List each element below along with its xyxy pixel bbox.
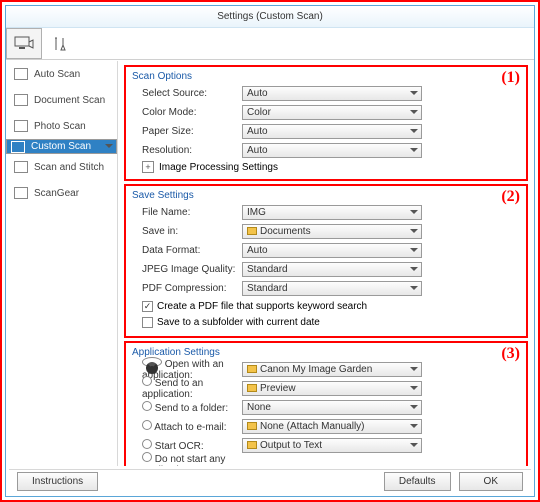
callout-1: (1) — [501, 69, 520, 87]
annotated-frame: Settings (Custom Scan) Auto Scan Documen… — [0, 0, 540, 502]
sidebar-item-label: Custom Scan — [31, 140, 91, 153]
start-ocr-label: Start OCR: — [155, 441, 204, 452]
doc-icon — [14, 161, 28, 173]
section-title: Scan Options — [132, 71, 520, 82]
doc-icon — [11, 141, 25, 153]
doc-icon — [14, 94, 28, 106]
app-icon — [247, 441, 257, 449]
pdf-keyword-checkbox[interactable]: ✓ — [142, 301, 153, 312]
data-format-dropdown[interactable]: Auto — [242, 243, 422, 258]
color-mode-dropdown[interactable]: Color — [242, 105, 422, 120]
settings-window: Settings (Custom Scan) Auto Scan Documen… — [5, 5, 535, 497]
start-ocr-dropdown[interactable]: Output to Text — [242, 438, 422, 453]
pdf-compression-dropdown[interactable]: Standard — [242, 281, 422, 296]
send-app-label: Send to an application: — [142, 378, 203, 400]
open-with-radio[interactable] — [142, 357, 162, 367]
sidebar-item-label: Scan and Stitch — [34, 162, 104, 173]
pdf-compression-label: PDF Compression: — [132, 283, 242, 294]
do-not-start-label: Do not start any application — [142, 454, 225, 466]
scan-options-section: (1) Scan Options Select Source:Auto Colo… — [124, 65, 528, 181]
tools-tab[interactable] — [42, 28, 78, 59]
application-settings-section: (3) Application Settings Open with an ap… — [124, 341, 528, 466]
send-folder-radio[interactable] — [142, 401, 152, 411]
app-icon — [247, 422, 257, 430]
save-in-label: Save in: — [132, 226, 242, 237]
do-not-start-radio[interactable] — [142, 452, 152, 462]
monitor-icon — [14, 36, 34, 52]
paper-size-label: Paper Size: — [132, 126, 242, 137]
doc-icon — [14, 120, 28, 132]
save-in-dropdown[interactable]: Documents — [242, 224, 422, 239]
app-icon — [247, 384, 257, 392]
sidebar-item-auto-scan[interactable]: Auto Scan — [6, 61, 117, 87]
paper-size-dropdown[interactable]: Auto — [242, 124, 422, 139]
file-name-label: File Name: — [132, 207, 242, 218]
ok-button[interactable]: OK — [459, 472, 523, 491]
save-settings-section: (2) Save Settings File Name:IMG Save in:… — [124, 184, 528, 338]
folder-icon — [247, 227, 257, 235]
resolution-label: Resolution: — [132, 145, 242, 156]
pdf-keyword-label: Create a PDF file that supports keyword … — [157, 301, 367, 312]
file-name-combo[interactable]: IMG — [242, 205, 422, 220]
attach-email-dropdown[interactable]: None (Attach Manually) — [242, 419, 422, 434]
sidebar-item-label: Document Scan — [34, 95, 105, 106]
send-app-dropdown[interactable]: Preview — [242, 381, 422, 396]
send-folder-dropdown[interactable]: None — [242, 400, 422, 415]
image-processing-expander[interactable]: + Image Processing Settings — [132, 161, 520, 173]
select-source-label: Select Source: — [132, 88, 242, 99]
subfolder-label: Save to a subfolder with current date — [157, 317, 320, 328]
image-processing-label: Image Processing Settings — [159, 162, 278, 173]
open-with-dropdown[interactable]: Canon My Image Garden — [242, 362, 422, 377]
sidebar-item-label: ScanGear — [34, 188, 79, 199]
plus-icon: + — [142, 161, 154, 173]
jpeg-quality-dropdown[interactable]: Standard — [242, 262, 422, 277]
doc-icon — [14, 68, 28, 80]
footer: Instructions Defaults OK — [9, 469, 531, 493]
sidebar-item-photo-scan[interactable]: Photo Scan — [6, 113, 117, 139]
jpeg-quality-label: JPEG Image Quality: — [132, 264, 242, 275]
select-source-dropdown[interactable]: Auto — [242, 86, 422, 101]
attach-email-label: Attach to e-mail: — [154, 422, 226, 433]
attach-email-radio[interactable] — [142, 420, 152, 430]
sidebar-item-document-scan[interactable]: Document Scan — [6, 87, 117, 113]
color-mode-label: Color Mode: — [132, 107, 242, 118]
sidebar: Auto Scan Document Scan Photo Scan Custo… — [6, 61, 118, 466]
defaults-button[interactable]: Defaults — [384, 472, 451, 491]
doc-icon — [14, 187, 28, 199]
app-icon — [247, 365, 257, 373]
resolution-dropdown[interactable]: Auto — [242, 143, 422, 158]
callout-2: (2) — [501, 188, 520, 206]
main-panel: (1) Scan Options Select Source:Auto Colo… — [118, 61, 534, 466]
section-title: Save Settings — [132, 190, 520, 201]
scan-from-computer-tab[interactable] — [6, 28, 42, 59]
send-folder-label: Send to a folder: — [155, 403, 228, 414]
start-ocr-radio[interactable] — [142, 439, 152, 449]
sidebar-item-label: Auto Scan — [34, 69, 80, 80]
sidebar-item-label: Photo Scan — [34, 121, 86, 132]
subfolder-checkbox[interactable] — [142, 317, 153, 328]
tools-icon — [52, 36, 68, 52]
callout-3: (3) — [501, 345, 520, 363]
window-title: Settings (Custom Scan) — [6, 6, 534, 28]
send-app-radio[interactable] — [142, 376, 152, 386]
instructions-button[interactable]: Instructions — [17, 472, 98, 491]
toolbar — [6, 28, 534, 60]
data-format-label: Data Format: — [132, 245, 242, 256]
sidebar-item-custom-scan[interactable]: Custom Scan — [6, 139, 117, 154]
sidebar-item-scangear[interactable]: ScanGear — [6, 180, 117, 206]
sidebar-item-scan-and-stitch[interactable]: Scan and Stitch — [6, 154, 117, 180]
